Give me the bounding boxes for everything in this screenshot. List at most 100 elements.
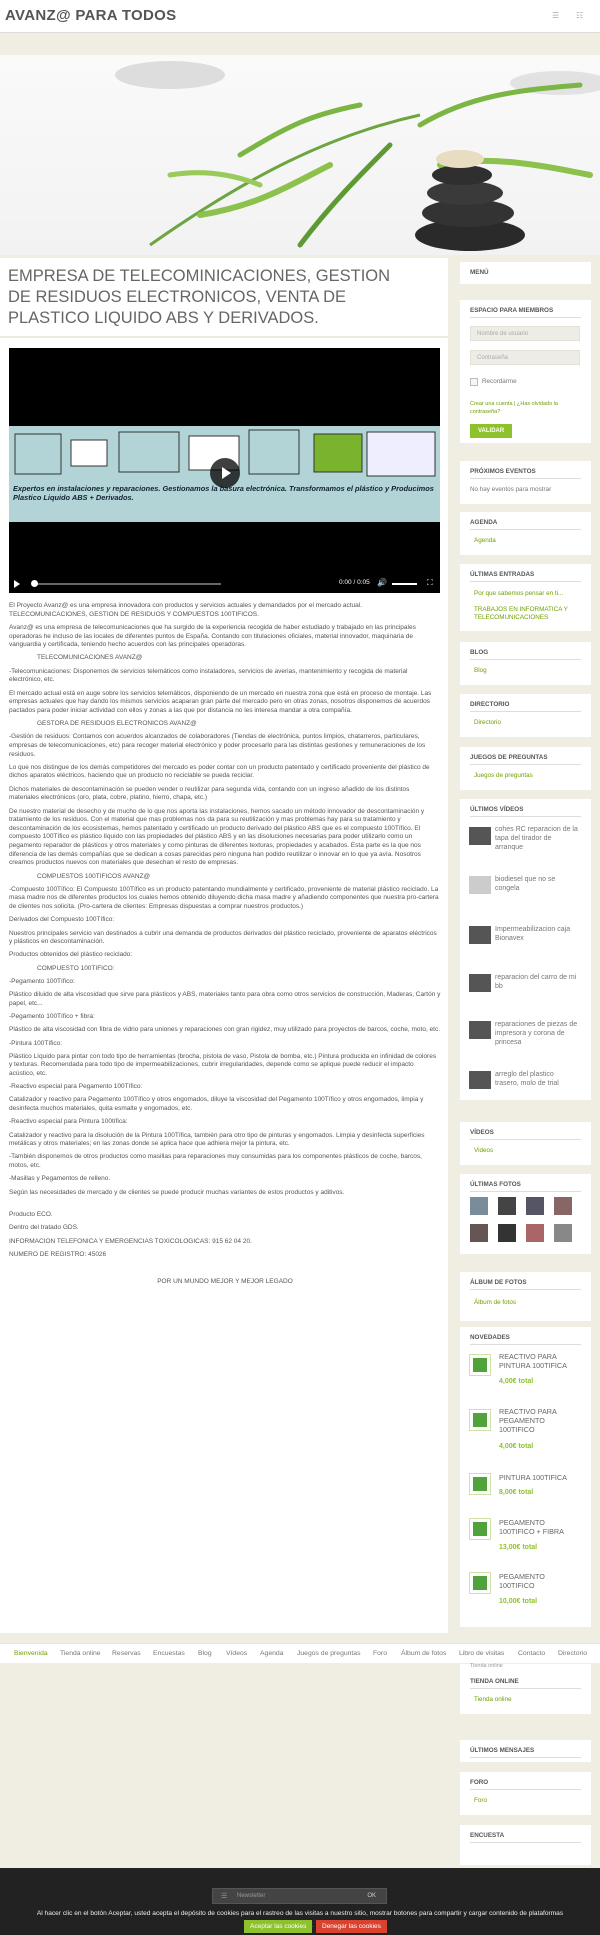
latest-photos-widget: ÚLTIMAS FOTOS bbox=[460, 1174, 591, 1254]
messages-widget: ÚLTIMOS MENSAJES bbox=[460, 1740, 591, 1762]
product-image[interactable] bbox=[469, 1409, 491, 1431]
video-progress-bar[interactable] bbox=[33, 583, 221, 585]
widget-title: DIRECTORIO bbox=[470, 701, 510, 708]
nav-item-bienvenida[interactable]: Bienvenida bbox=[14, 1650, 48, 1657]
password-input[interactable]: Contraseña bbox=[470, 350, 580, 365]
product-name[interactable]: REACTIVO PARA PINTURA 100TIFICA bbox=[499, 1352, 579, 1370]
widget-title: VÍDEOS bbox=[470, 1129, 494, 1136]
videos-link[interactable]: Videos bbox=[474, 1147, 493, 1154]
username-input[interactable]: Nombre de usuario bbox=[470, 326, 580, 341]
newsletter-ok-button[interactable]: OK bbox=[367, 1893, 376, 1899]
site-title[interactable]: AVANZ@ PARA TODOS bbox=[5, 7, 176, 24]
product-image[interactable] bbox=[469, 1572, 491, 1594]
photo-thumbnail[interactable] bbox=[498, 1224, 516, 1242]
nav-item-juegos[interactable]: Juegos de preguntas bbox=[297, 1650, 361, 1657]
product-image[interactable] bbox=[469, 1518, 491, 1540]
agenda-link[interactable]: Agenda bbox=[474, 537, 496, 544]
video-link[interactable]: Impermeabilizacion caja Bionavex bbox=[495, 926, 579, 944]
newsletter-placeholder: Newsletter bbox=[237, 1893, 266, 1899]
latest-entry-link[interactable]: TRABAJOS EN INFORMATICA Y TELECOMUNICACI… bbox=[474, 606, 584, 622]
grid-icon[interactable]: ☷ bbox=[576, 11, 583, 20]
video-player[interactable]: Expertos en instalaciones y reparaciones… bbox=[9, 348, 440, 593]
photo-thumbnail[interactable] bbox=[470, 1197, 488, 1215]
nav-item-reservas[interactable]: Reservas bbox=[112, 1650, 141, 1657]
newsletter-field[interactable]: ☰ Newsletter OK bbox=[212, 1888, 387, 1904]
widget-rule bbox=[470, 1688, 581, 1689]
create-account-link[interactable]: Crear una cuenta | ¿Has olvidado la cont… bbox=[470, 400, 580, 417]
video-thumbnail[interactable] bbox=[469, 1021, 491, 1039]
article-paragraph: NUMERO DE REGISTRO: 45026 bbox=[9, 1250, 107, 1258]
photo-thumbnail[interactable] bbox=[470, 1224, 488, 1242]
product-name[interactable]: PEGAMENTO 100TIFICO bbox=[499, 1572, 579, 1590]
product-image[interactable] bbox=[469, 1354, 491, 1376]
video-link[interactable]: reparaciones de piezas de impresora y co… bbox=[495, 1021, 579, 1047]
widget-rule bbox=[470, 816, 581, 817]
agenda-widget: AGENDA Agenda bbox=[460, 512, 591, 555]
videos-widget: VÍDEOS Videos bbox=[460, 1122, 591, 1165]
shop-link[interactable]: Tienda online bbox=[474, 1696, 512, 1703]
product-name[interactable]: REACTIVO PARA PEGAMENTO 100TIFICO bbox=[499, 1407, 579, 1434]
widget-title: ESPACIO PARA MIEMBROS bbox=[470, 307, 554, 314]
product-name[interactable]: PEGAMENTO 100TIFICO + FIBRA bbox=[499, 1518, 579, 1536]
accept-cookies-button[interactable]: Aceptar las cookies bbox=[244, 1920, 313, 1933]
blog-link[interactable]: Blog bbox=[474, 667, 487, 674]
volume-slider[interactable] bbox=[392, 583, 417, 585]
photo-thumbnail[interactable] bbox=[498, 1197, 516, 1215]
quiz-link[interactable]: Juegos de preguntas bbox=[474, 772, 533, 779]
widget-rule bbox=[470, 1139, 581, 1140]
widget-rule bbox=[470, 711, 581, 712]
validate-button[interactable]: VALIDAR bbox=[470, 424, 513, 438]
volume-icon[interactable]: 🔊 bbox=[377, 578, 387, 587]
video-link[interactable]: biodiesel que no se congela bbox=[495, 876, 579, 894]
nav-item-tienda-online[interactable]: Tienda online bbox=[60, 1650, 101, 1657]
album-link[interactable]: Álbum de fotos bbox=[474, 1299, 516, 1306]
article-paragraph: -Telecomunicaciones: Disponemos de servi… bbox=[9, 667, 408, 684]
nav-item-agenda[interactable]: Agenda bbox=[260, 1650, 283, 1657]
article-paragraph: -Compuesto 100Tífico: El Compuesto 100Tí… bbox=[9, 885, 439, 911]
photo-thumbnail[interactable] bbox=[526, 1197, 544, 1215]
widget-rule bbox=[470, 1757, 581, 1758]
video-scrubber[interactable] bbox=[31, 580, 38, 587]
product-name[interactable]: PINTURA 100TIFICA bbox=[499, 1473, 579, 1482]
nav-item-videos[interactable]: Vídeos bbox=[226, 1650, 247, 1657]
video-thumbnail[interactable] bbox=[469, 1071, 491, 1089]
directory-link[interactable]: Directorio bbox=[474, 719, 501, 726]
photo-thumbnail[interactable] bbox=[554, 1197, 572, 1215]
video-link[interactable]: arreglo del plastico trasero, molo de tr… bbox=[495, 1071, 579, 1089]
article-paragraph: -Pegamento 100Tífico + fibra: bbox=[9, 1013, 95, 1021]
forum-link[interactable]: Foro bbox=[474, 1797, 487, 1804]
menu-icon[interactable]: ☰ bbox=[552, 11, 559, 20]
play-small-icon[interactable] bbox=[14, 580, 20, 588]
video-link[interactable]: cohes RC reparacion de la tapa del tirad… bbox=[495, 826, 579, 852]
photo-thumbnail[interactable] bbox=[554, 1224, 572, 1242]
video-thumbnail[interactable] bbox=[469, 827, 491, 845]
deny-cookies-button[interactable]: Denegar las cookies bbox=[316, 1920, 387, 1933]
video-thumbnail[interactable] bbox=[469, 926, 491, 944]
nav-item-album[interactable]: Álbum de fotos bbox=[401, 1650, 446, 1657]
video-link[interactable]: reparacion del carro de mi bb bbox=[495, 974, 579, 992]
article-paragraph: El mercado actual está en auge sobre los… bbox=[9, 689, 432, 714]
article-paragraph: -Gestión de residuos: Contamos con acuer… bbox=[9, 733, 426, 758]
fullscreen-icon[interactable]: ⛶ bbox=[427, 578, 433, 588]
nav-item-foro[interactable]: Foro bbox=[373, 1650, 387, 1657]
nav-item-directorio[interactable]: Directorio bbox=[558, 1650, 587, 1657]
nav-item-encuestas[interactable]: Encuestas bbox=[153, 1650, 185, 1657]
video-thumbnail[interactable] bbox=[469, 876, 491, 894]
article-paragraph: COMPUESTO 100TIFICO: bbox=[37, 964, 115, 972]
remember-checkbox[interactable] bbox=[470, 378, 478, 386]
widget-title: BLOG bbox=[470, 649, 489, 656]
latest-entry-link[interactable]: Por que sabemos pensar en ti... bbox=[474, 590, 584, 597]
article-paragraph: Lo que nos distingue de los demás compet… bbox=[9, 763, 430, 780]
mail-icon: ☰ bbox=[221, 1893, 228, 1900]
widget-title: ENCUESTA bbox=[470, 1832, 505, 1839]
play-icon[interactable] bbox=[210, 458, 240, 488]
nav-item-contacto[interactable]: Contacto bbox=[518, 1650, 545, 1657]
widget-rule bbox=[470, 764, 581, 765]
product-image[interactable] bbox=[469, 1473, 491, 1495]
photo-thumbnail[interactable] bbox=[526, 1224, 544, 1242]
nav-item-libro-visitas[interactable]: Libro de visitas bbox=[459, 1650, 504, 1657]
article-paragraph: Dentro del tratado GDS. bbox=[9, 1224, 79, 1232]
nav-item-blog[interactable]: Blog bbox=[198, 1650, 212, 1657]
widget-title: ÚLTIMAS FOTOS bbox=[470, 1181, 521, 1188]
video-thumbnail[interactable] bbox=[469, 974, 491, 992]
